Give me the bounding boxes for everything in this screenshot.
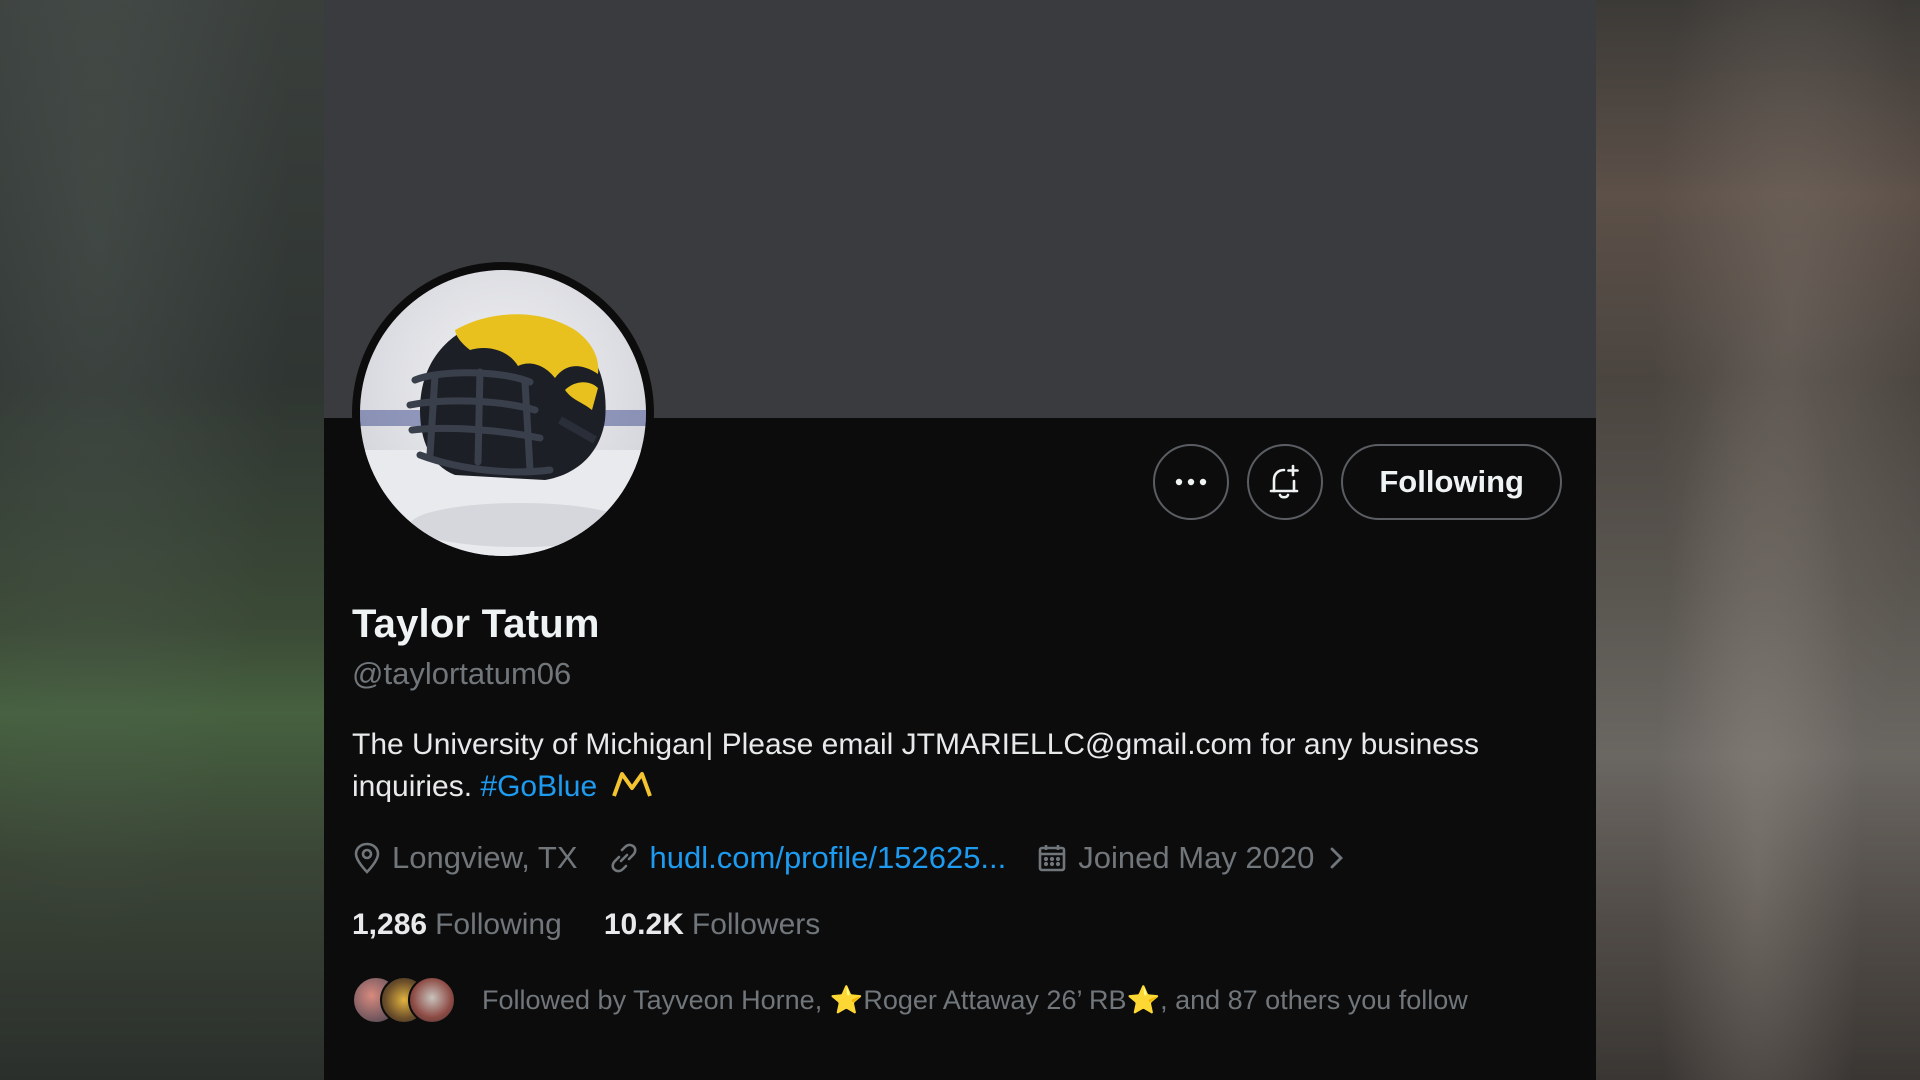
followed-by-text: Followed by Tayveon Horne, ⭐Roger Attawa… [482, 984, 1468, 1016]
follower-avatar [408, 976, 456, 1024]
following-button[interactable]: Following [1341, 444, 1562, 520]
notify-button[interactable] [1247, 444, 1324, 520]
star-icon: ⭐ [1126, 985, 1161, 1015]
blurred-background-right [1596, 0, 1920, 1080]
joined-item[interactable]: Joined May 2020 [1036, 840, 1358, 876]
user-handle: @taylortatum06 [352, 656, 572, 691]
following-count: 1,286 [352, 908, 428, 941]
star-icon: ⭐ [829, 985, 864, 1015]
profile-bio: The University of Michigan| Please email… [352, 724, 1582, 808]
link-icon [611, 843, 637, 873]
more-button[interactable] [1153, 444, 1230, 520]
hashtag-link[interactable]: #GoBlue [480, 770, 597, 803]
followers-stat[interactable]: 10.2K Followers [604, 908, 820, 942]
more-horizontal-icon [1176, 478, 1207, 486]
michigan-m-icon [611, 772, 652, 797]
location-item: Longview, TX [352, 840, 578, 876]
avatar-image [360, 270, 646, 556]
avatar[interactable] [352, 262, 654, 564]
blurred-background-left [0, 0, 324, 1080]
display-name: Taylor Tatum [352, 602, 600, 646]
location-text: Longview, TX [392, 840, 578, 875]
chevron-right-icon [1330, 847, 1344, 869]
website-link[interactable]: hudl.com/profile/152625... [650, 840, 1007, 876]
followed-by-prefix: Followed by Tayveon Horne, [482, 985, 830, 1015]
profile-meta: Longview, TX hudl.com/profile/152625... … [352, 836, 1388, 880]
follower-avatars [352, 976, 456, 1024]
followers-label: Followers [691, 908, 821, 941]
website-item: hudl.com/profile/152625... [608, 840, 1007, 876]
joined-text: Joined May 2020 [1078, 840, 1315, 875]
profile-panel: Following Taylor Tatum @taylortatum06 Th… [324, 0, 1596, 1080]
following-label: Following [435, 908, 562, 941]
followed-by[interactable]: Followed by Tayveon Horne, ⭐Roger Attawa… [352, 976, 1468, 1024]
bell-plus-icon [1270, 464, 1300, 499]
profile-actions: Following [1153, 444, 1562, 520]
followed-by-suffix: , and 87 others you follow [1160, 985, 1468, 1015]
calendar-icon [1038, 845, 1066, 872]
followed-by-name: Roger Attaway 26’ RB [863, 985, 1127, 1015]
following-stat[interactable]: 1,286 Following [352, 908, 562, 942]
location-pin-icon [354, 842, 380, 874]
follow-stats: 1,286 Following 10.2K Followers [352, 908, 862, 942]
followers-count: 10.2K [603, 908, 684, 941]
